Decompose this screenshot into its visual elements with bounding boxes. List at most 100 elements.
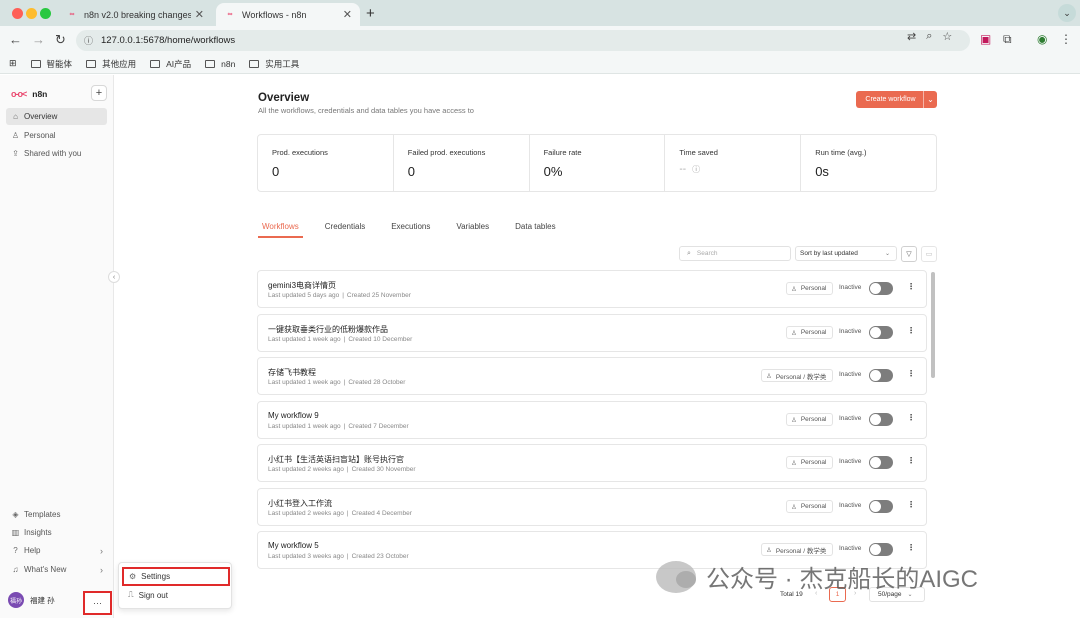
sort-select[interactable]: Sort by last updated ⌄: [795, 246, 897, 261]
workflow-created: Created 23 October: [351, 553, 409, 560]
status-label: Inactive: [839, 328, 862, 335]
n8n-logo[interactable]: o-o< n8n: [11, 89, 47, 99]
profile-icon[interactable]: ◉: [1037, 32, 1047, 46]
active-toggle[interactable]: [869, 369, 893, 382]
workflow-name[interactable]: gemini3电商详情页: [268, 280, 336, 291]
workflow-name[interactable]: 一键获取垂类行业的低粉爆款作品: [268, 324, 388, 335]
active-toggle[interactable]: [869, 326, 893, 339]
owner-badge: ♙ Personal: [786, 282, 834, 295]
user-icon: ♙: [791, 329, 797, 337]
folder-icon: [205, 59, 216, 68]
workflow-name[interactable]: 小红书登入工作流: [268, 498, 332, 509]
info-icon[interactable]: ⓘ: [692, 165, 700, 174]
workflow-actions-icon[interactable]: ⋮: [907, 543, 915, 552]
user-more-button[interactable]: ···: [83, 591, 112, 615]
bookmark-folder[interactable]: n8n: [205, 59, 235, 69]
bookmark-folder[interactable]: AI产品: [150, 58, 191, 70]
stat-run-time: Run time (avg.) 0s: [801, 135, 936, 191]
tab-credentials[interactable]: Credentials: [321, 222, 369, 238]
workflow-actions-icon[interactable]: ⋮: [907, 369, 915, 378]
extension-icon[interactable]: ▣: [980, 32, 991, 46]
scrollbar-thumb[interactable]: [931, 272, 935, 378]
sidebar-item-templates[interactable]: ◈ Templates: [6, 506, 107, 523]
active-toggle[interactable]: [869, 413, 893, 426]
sign-out-menu-item[interactable]: ⎍ Sign out: [125, 590, 168, 600]
browser-menu-icon[interactable]: ⋮: [1060, 32, 1072, 46]
active-toggle[interactable]: [869, 456, 893, 469]
sidebar-item-personal[interactable]: ♙ Personal: [6, 127, 107, 144]
search-input[interactable]: ⌕ Search: [679, 246, 791, 261]
apps-grid-icon[interactable]: ⊞: [9, 58, 17, 69]
chevron-down-icon[interactable]: ⌄: [923, 91, 937, 108]
stat-label: Run time (avg.): [815, 148, 867, 157]
stat-value: 0: [407, 164, 416, 179]
tab-workflows[interactable]: Workflows: [258, 222, 303, 238]
workflow-card[interactable]: 一键获取垂类行业的低粉爆款作品 Last updated 1 week ago |…: [257, 314, 927, 352]
workflow-actions-icon[interactable]: ⋮: [907, 413, 915, 422]
sidebar-item-help[interactable]: ? Help ›: [6, 542, 107, 559]
browser-tab-breaking-changes[interactable]: ∞ n8n v2.0 breaking changes | n8n Do ✕: [58, 3, 212, 26]
sidebar-item-overview[interactable]: ⌂ Overview: [6, 108, 107, 125]
tab-executions[interactable]: Executions: [387, 222, 434, 238]
filter-button[interactable]: ▽: [901, 246, 917, 262]
translate-icon[interactable]: ⇄: [907, 30, 916, 43]
bookmark-folder[interactable]: 实用工具: [249, 58, 299, 70]
tab-title: Workflows - n8n: [242, 9, 307, 20]
back-arrow-icon[interactable]: ←: [9, 32, 22, 47]
reload-icon[interactable]: ↻: [55, 32, 66, 48]
window-close-button[interactable]: [12, 8, 23, 19]
collapse-sidebar-button[interactable]: ‹: [108, 271, 120, 283]
site-info-icon[interactable]: ⓘ: [84, 34, 93, 47]
active-toggle[interactable]: [869, 500, 893, 513]
extensions-puzzle-icon[interactable]: ⧉: [1003, 32, 1012, 47]
user-profile[interactable]: 福孙 福建 孙: [8, 592, 55, 608]
sidebar-item-whats-new[interactable]: ♫ What's New ›: [6, 561, 107, 578]
bookmark-folder[interactable]: 其他应用: [86, 58, 136, 70]
new-tab-button[interactable]: +: [366, 5, 375, 22]
bookmark-folder[interactable]: 智能体: [30, 58, 72, 70]
browser-tab-workflows[interactable]: ∞ Workflows - n8n ✕: [216, 3, 360, 26]
zoom-icon[interactable]: ⌕: [926, 30, 932, 43]
workflow-name[interactable]: My workflow 9: [268, 411, 319, 420]
window-minimize-button[interactable]: [26, 8, 37, 19]
workflow-actions-icon[interactable]: ⋮: [907, 456, 915, 465]
share-icon: ⇪: [12, 149, 19, 158]
add-button[interactable]: +: [91, 85, 107, 101]
content-tabs: Workflows Credentials Executions Variabl…: [258, 222, 938, 238]
workflow-name[interactable]: 小红书【生活英语扫盲站】账号执行官: [268, 454, 404, 465]
workflow-card[interactable]: My workflow 9 Last updated 1 week ago | Cr…: [257, 401, 927, 439]
workflow-actions-icon[interactable]: ⋮: [907, 282, 915, 291]
wechat-icon: [656, 560, 696, 593]
workflow-updated: Last updated 1 week ago: [268, 379, 341, 386]
workflow-card[interactable]: 小红书【生活英语扫盲站】账号执行官 Last updated 2 weeks a…: [257, 444, 927, 482]
workflow-card[interactable]: gemini3电商详情页 Last updated 5 days ago | Cre…: [257, 270, 927, 308]
tab-data-tables[interactable]: Data tables: [511, 222, 559, 238]
status-label: Inactive: [839, 371, 862, 378]
help-icon: ?: [13, 546, 18, 555]
active-toggle[interactable]: [869, 282, 893, 295]
new-folder-button[interactable]: ▭: [921, 246, 937, 262]
create-workflow-button[interactable]: Create workflow ⌄: [856, 91, 937, 108]
workflow-name[interactable]: My workflow 5: [268, 541, 319, 550]
door-icon: ⎍: [128, 590, 134, 599]
tab-search-chevron-icon[interactable]: ⌄: [1058, 4, 1076, 22]
forward-arrow-icon[interactable]: →: [32, 32, 45, 47]
tab-close-icon[interactable]: ✕: [195, 8, 204, 21]
workflow-card[interactable]: 小红书登入工作流 Last updated 2 weeks ago | Create…: [257, 488, 927, 526]
bookmark-star-icon[interactable]: ☆: [942, 30, 952, 43]
owner-badge: ♙ Personal: [786, 413, 834, 426]
workflow-actions-icon[interactable]: ⋮: [907, 326, 915, 335]
workflow-card[interactable]: 存储飞书教程 Last updated 1 week ago | Created 2…: [257, 357, 927, 395]
url-field[interactable]: ⓘ 127.0.0.1:5678/home/workflows: [76, 30, 970, 51]
workflow-meta: Last updated 3 weeks ago | Created 23 Octo…: [268, 553, 409, 560]
tab-close-icon[interactable]: ✕: [343, 8, 352, 21]
settings-menu-item[interactable]: ⚙ Settings: [122, 567, 230, 586]
window-zoom-button[interactable]: [40, 8, 51, 19]
active-toggle[interactable]: [869, 543, 893, 556]
workflow-actions-icon[interactable]: ⋮: [907, 500, 915, 509]
tab-variables[interactable]: Variables: [452, 222, 493, 238]
bookmark-label: 实用工具: [265, 58, 300, 69]
sidebar-item-shared[interactable]: ⇪ Shared with you: [6, 145, 107, 162]
workflow-name[interactable]: 存储飞书教程: [268, 367, 316, 378]
sidebar-item-insights[interactable]: ▥ Insights: [6, 524, 107, 541]
